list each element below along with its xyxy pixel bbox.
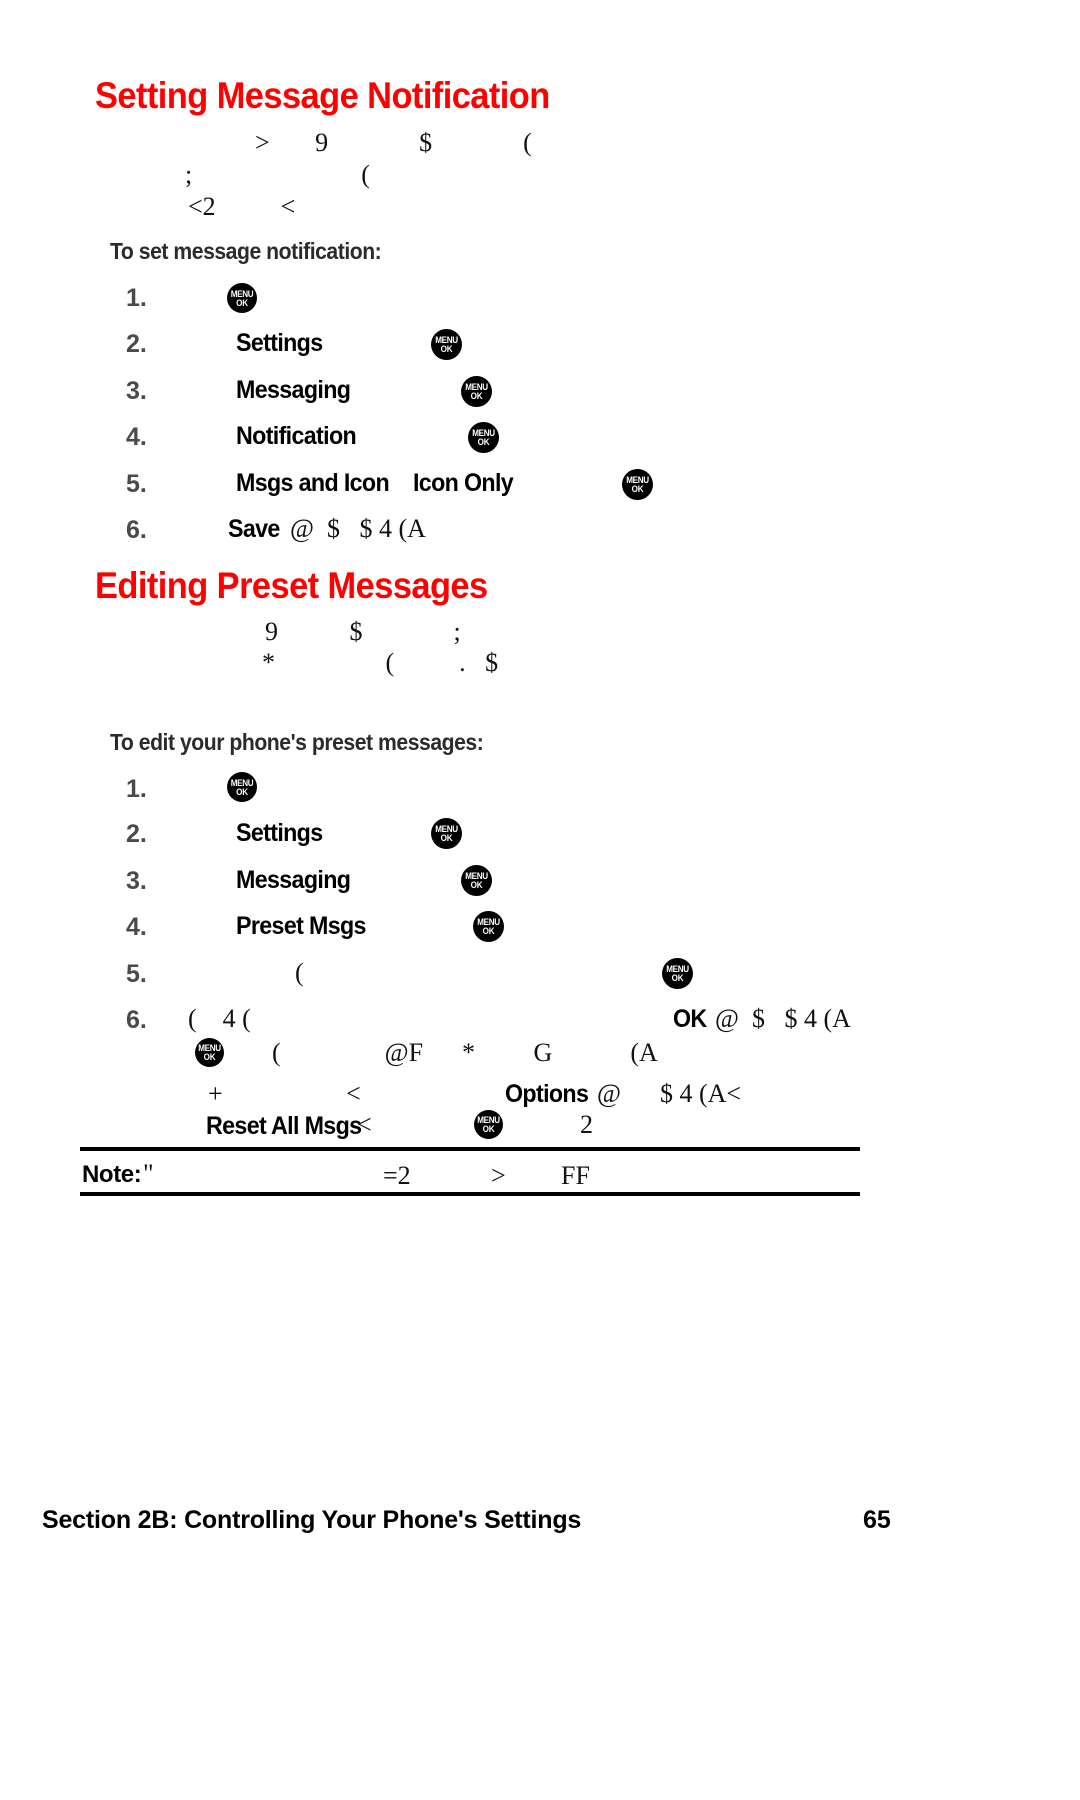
step-number: 6. <box>126 1006 147 1034</box>
note-label: Note: <box>82 1161 142 1188</box>
menu-ok-icon-line2: OK <box>482 1124 495 1134</box>
note-stray-text: =2 <box>383 1161 411 1190</box>
intro-line: > 9 $ ( <box>255 128 532 157</box>
step-trailing-text: ( <box>295 958 304 987</box>
menu-ok-icon-line2: OK <box>440 833 453 843</box>
procedure-title-set-message-notification: To set message notification: <box>110 238 382 264</box>
menu-ok-icon-line2: OK <box>631 484 644 494</box>
menu-ok-icon[interactable]: MENU OK <box>662 958 693 989</box>
section-heading-setting-message-notification: Setting Message Notification <box>95 75 550 116</box>
step-reset-all-msgs-label: Reset All Msgs <box>206 1112 362 1140</box>
step-menu-label: Settings <box>236 329 323 357</box>
intro-line: <2 < <box>188 192 296 221</box>
note-stray-text: FF <box>561 1161 590 1190</box>
note-bottom-rule <box>80 1192 860 1196</box>
menu-ok-icon-line2: OK <box>671 973 684 983</box>
step-after-ok-text: @ $ $ 4 (A <box>715 1004 851 1033</box>
step-continuation-text: @ $ 4 (A< <box>597 1079 742 1108</box>
menu-ok-icon[interactable]: MENU OK <box>461 376 492 407</box>
step-menu-label: Msgs and Icon <box>236 469 390 497</box>
step-options-label: Options <box>505 1080 589 1108</box>
menu-ok-icon[interactable]: MENU OK <box>473 911 504 942</box>
footer-page-number: 65 <box>863 1506 891 1534</box>
step-number: 1. <box>126 775 147 803</box>
note-stray-text: > <box>491 1161 506 1190</box>
menu-ok-icon[interactable]: MENU OK <box>622 469 653 500</box>
procedure-title-edit-preset-messages: To edit your phone's preset messages: <box>110 729 484 755</box>
step-menu-label: Settings <box>236 819 323 847</box>
step-continuation-text: < <box>357 1110 372 1139</box>
step-trailing-text: @ $ $ 4 (A <box>290 514 426 543</box>
note-stray-text: " <box>143 1159 154 1188</box>
step-number: 6. <box>126 516 147 544</box>
menu-ok-icon[interactable]: MENU OK <box>468 422 499 453</box>
note-top-rule <box>80 1147 860 1151</box>
intro-line: * ( . $ <box>262 648 499 677</box>
step-menu-label: Notification <box>236 422 357 450</box>
menu-ok-icon[interactable]: MENU OK <box>474 1110 503 1139</box>
step-number: 2. <box>126 330 147 358</box>
menu-ok-icon[interactable]: MENU OK <box>227 283 257 313</box>
footer-section-title: Section 2B: Controlling Your Phone's Set… <box>42 1506 582 1534</box>
step-number: 1. <box>126 284 147 312</box>
menu-ok-icon-line2: OK <box>482 926 495 936</box>
intro-line: ; ( <box>185 160 370 189</box>
step-number: 4. <box>126 423 147 451</box>
menu-ok-icon-line2: OK <box>440 344 453 354</box>
menu-ok-icon[interactable]: MENU OK <box>195 1038 224 1067</box>
menu-ok-icon[interactable]: MENU OK <box>431 329 462 360</box>
step-number: 3. <box>126 377 147 405</box>
step-number: 4. <box>126 913 147 941</box>
manual-page: Setting Message Notification > 9 $ ( ; (… <box>0 0 1080 1800</box>
step-ok-label: OK <box>673 1005 707 1033</box>
step-continuation-text: ( @F * G (A <box>272 1038 658 1067</box>
step-continuation-text: 2 <box>580 1110 593 1139</box>
menu-ok-icon-line2: OK <box>477 437 490 447</box>
menu-ok-icon[interactable]: MENU OK <box>227 772 257 802</box>
menu-ok-icon-line2: OK <box>236 298 248 308</box>
menu-ok-icon-line2: OK <box>236 787 248 797</box>
step-menu-label: Messaging <box>236 866 351 894</box>
menu-ok-icon-line2: OK <box>203 1052 216 1062</box>
step-menu-label: Save <box>228 515 280 543</box>
step-continuation-text: + < <box>208 1079 361 1108</box>
section-heading-editing-preset-messages: Editing Preset Messages <box>95 565 488 606</box>
step-menu-label: Preset Msgs <box>236 912 366 940</box>
menu-ok-icon-line2: OK <box>470 880 483 890</box>
step-trailing-text: ( 4 ( <box>188 1004 251 1033</box>
menu-ok-icon-line2: OK <box>470 391 483 401</box>
step-number: 5. <box>126 470 147 498</box>
step-number: 2. <box>126 820 147 848</box>
step-number: 3. <box>126 867 147 895</box>
step-menu-label: Messaging <box>236 376 351 404</box>
intro-line: 9 $ ; <box>265 617 461 646</box>
menu-ok-icon[interactable]: MENU OK <box>431 818 462 849</box>
step-menu-label-alt: Icon Only <box>413 469 514 497</box>
menu-ok-icon[interactable]: MENU OK <box>461 865 492 896</box>
step-number: 5. <box>126 960 147 988</box>
